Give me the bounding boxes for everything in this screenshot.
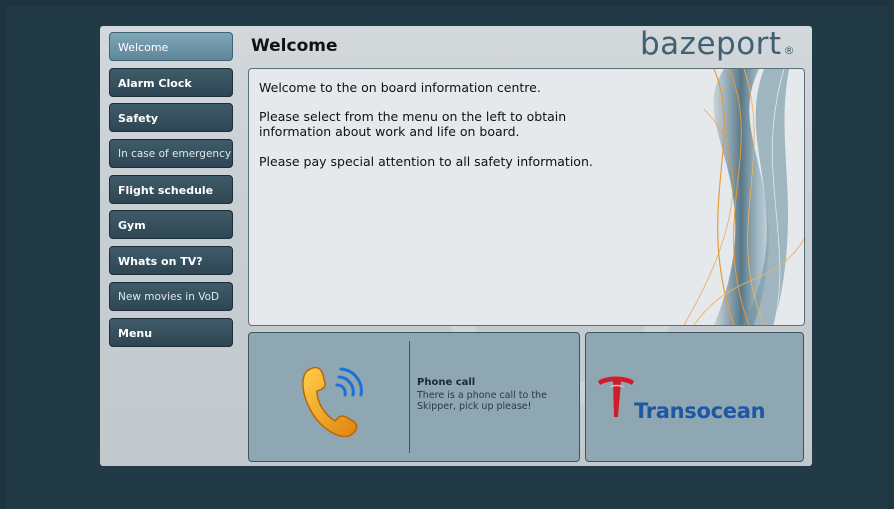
notification-text: There is a phone call to the Skipper, pi… (417, 390, 547, 412)
menu-item-new-movies[interactable]: New movies in VoD (109, 282, 233, 311)
notification-divider (409, 341, 410, 453)
decorative-waves-icon (683, 69, 804, 325)
menu-item-emergency[interactable]: In case of emergency (109, 139, 233, 168)
brand-card: Transocean (585, 332, 804, 462)
phone-call-notification[interactable]: Phone call There is a phone call to the … (248, 332, 580, 462)
logo-text: bazeport (640, 26, 782, 62)
menu-item-whats-on-tv[interactable]: Whats on TV? (109, 246, 233, 275)
page-title: Welcome (251, 36, 338, 56)
menu-item-gym[interactable]: Gym (109, 210, 233, 239)
menu-item-menu[interactable]: Menu (109, 318, 233, 347)
menu-item-flight-schedule[interactable]: Flight schedule (109, 175, 233, 204)
welcome-line: Welcome to the on board information cent… (259, 80, 541, 95)
menu-item-alarm-clock[interactable]: Alarm Clock (109, 68, 233, 97)
transocean-logo-icon (598, 376, 634, 417)
brand-name: Transocean (634, 399, 766, 423)
bazeport-logo: bazeport ® (640, 26, 795, 62)
notification-title: Phone call (417, 377, 476, 388)
safety-notice-text: Please pay special attention to all safe… (259, 154, 593, 169)
instruction-text: Please select from the menu on the left … (259, 109, 567, 139)
signal-waves-icon (335, 367, 363, 397)
info-panel: Welcome Alarm Clock Safety In case of em… (100, 26, 812, 466)
logo-registered-mark: ® (783, 44, 796, 57)
menu-item-welcome[interactable]: Welcome (109, 32, 233, 61)
content-area: Welcome to the on board information cent… (248, 68, 805, 326)
menu-item-safety[interactable]: Safety (109, 103, 233, 132)
